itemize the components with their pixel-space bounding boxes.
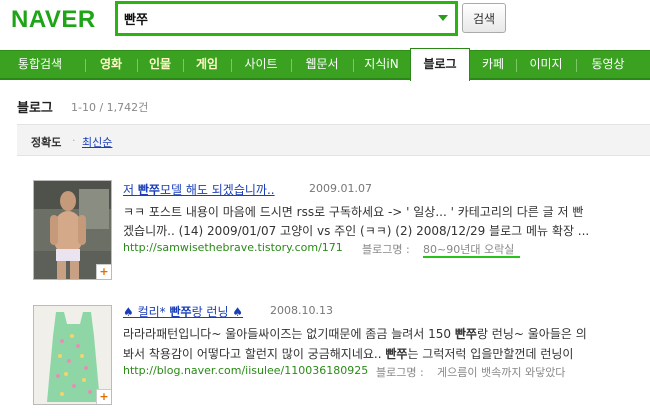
naver-logo[interactable]: NAVER bbox=[11, 6, 96, 34]
tab-knowledge-in[interactable]: 지식iN bbox=[354, 51, 409, 78]
result-snippet-line1: ㅋㅋ 포스트 내용이 마음에 드시면 rss로 구독하세요 -> ' 일상...… bbox=[123, 205, 584, 219]
tab-cafe[interactable]: 카페 bbox=[471, 51, 515, 78]
result-title-link[interactable]: ♠ 컬리* 빤쭈랑 런닝 ♠ bbox=[123, 303, 243, 320]
result-date: 2008.10.13 bbox=[270, 304, 333, 317]
result-url[interactable]: http://blog.naver.com/iisulee/1100361809… bbox=[123, 364, 368, 377]
result-count: 1-10 / 1,742건 bbox=[71, 101, 149, 114]
blog-name-label: 블로그명 : bbox=[376, 366, 424, 379]
blog-name-link[interactable]: 80~90년대 오락실 bbox=[423, 241, 514, 257]
result-title-link[interactable]: 저 빤쭈모델 해도 되겠습니까.. bbox=[123, 181, 275, 198]
expand-plus-icon[interactable]: + bbox=[96, 264, 111, 279]
result-snippet-line2: 봐서 착용감이 어떻다고 할런지 많이 궁금해지네요.. 빤쭈는 그럭저럭 입을… bbox=[123, 347, 574, 361]
tab-games[interactable]: 게임 bbox=[184, 51, 230, 78]
category-tab-bar: 통합검색 영화 인물 게임 사이트 웹문서 지식iN 블로그 카페 이미지 동영… bbox=[0, 48, 650, 81]
tab-sites[interactable]: 사이트 bbox=[232, 51, 290, 78]
sort-recent-link[interactable]: 최신순 bbox=[82, 134, 112, 150]
tab-videos[interactable]: 동영상 bbox=[577, 51, 639, 78]
expand-plus-icon[interactable]: + bbox=[96, 389, 111, 404]
result-thumbnail[interactable]: + bbox=[33, 180, 112, 280]
highlight-underline bbox=[423, 256, 520, 258]
keyword-highlight: 빤쭈 bbox=[169, 305, 192, 319]
result-thumbnail[interactable]: + bbox=[33, 305, 112, 405]
sort-bar: 정확도 · 최신순 bbox=[17, 124, 650, 156]
search-box[interactable] bbox=[115, 1, 458, 36]
tab-integrated-search[interactable]: 통합검색 bbox=[6, 51, 74, 78]
result-snippet-line2: 겠습니까.. (14) 2009/01/07 고양이 vs 주인 (ㅋㅋ) (2… bbox=[123, 224, 590, 238]
section-title: 블로그 bbox=[17, 101, 53, 116]
sort-separator: · bbox=[72, 134, 76, 147]
tab-web-documents[interactable]: 웹문서 bbox=[292, 51, 352, 78]
tab-blog[interactable]: 블로그 bbox=[410, 48, 470, 81]
tab-people[interactable]: 인물 bbox=[138, 51, 182, 78]
tab-movies[interactable]: 영화 bbox=[86, 51, 136, 78]
keyword-highlight: 빤쭈 bbox=[137, 183, 160, 197]
tab-images[interactable]: 이미지 bbox=[517, 51, 575, 78]
result-date: 2009.01.07 bbox=[309, 182, 372, 195]
chevron-down-icon[interactable] bbox=[438, 15, 448, 21]
search-input[interactable] bbox=[124, 8, 424, 28]
sort-accuracy[interactable]: 정확도 bbox=[31, 134, 61, 150]
search-button[interactable]: 검색 bbox=[462, 3, 506, 33]
blog-name-link[interactable]: 게으름이 뱃속까지 와닿았다 bbox=[437, 364, 565, 380]
result-url[interactable]: http://samwisethebrave.tistory.com/171 bbox=[123, 241, 343, 254]
result-snippet-line1: 라라라패턴입니다~ 울아들싸이즈는 없기때문에 좀금 늘려서 150 빤쭈랑 런… bbox=[123, 327, 587, 341]
blog-name-label: 블로그명 : bbox=[362, 243, 410, 256]
